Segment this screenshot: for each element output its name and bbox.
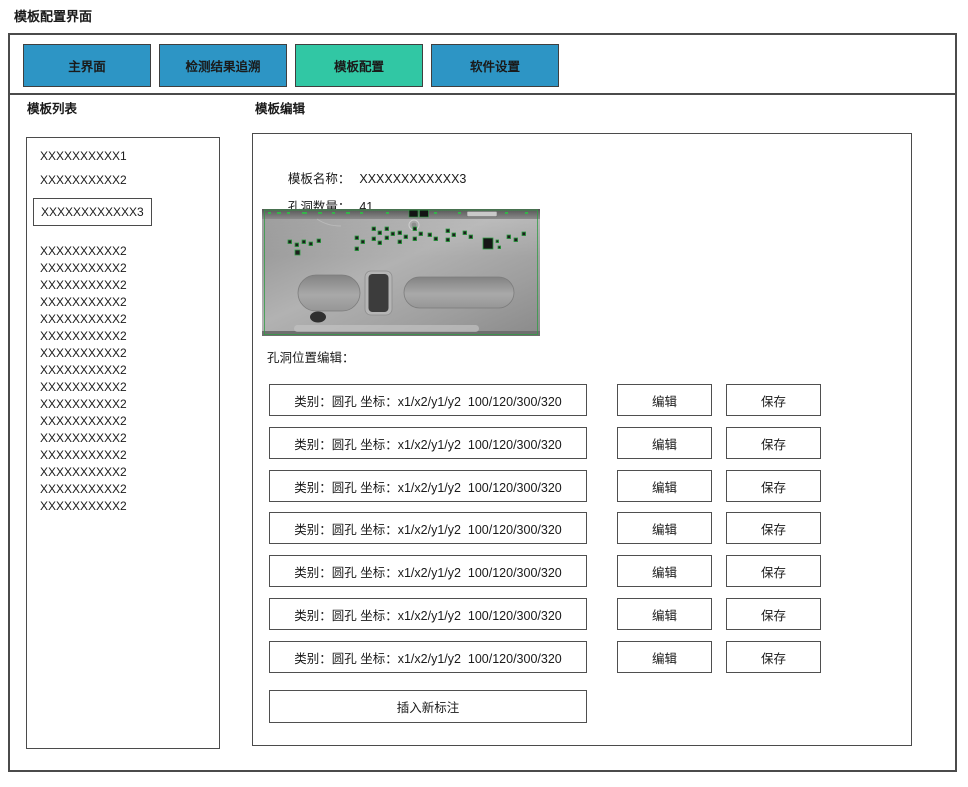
hole-row: 类别：圆孔 坐标：x1/x2/y1/y2 100/120/300/320 编辑 … (253, 427, 913, 459)
hole-row: 类别：圆孔 坐标：x1/x2/y1/y2 100/120/300/320 编辑 … (253, 641, 913, 673)
hole-row: 类别：圆孔 坐标：x1/x2/y1/y2 100/120/300/320 编辑 … (253, 512, 913, 544)
tab-main[interactable]: 主界面 (23, 44, 151, 87)
edit-button[interactable]: 编辑 (617, 384, 712, 416)
edit-button[interactable]: 编辑 (617, 641, 712, 673)
list-item[interactable]: XXXXXXXXXX2 (40, 430, 127, 447)
tab-template-config[interactable]: 模板配置 (295, 44, 423, 87)
save-button[interactable]: 保存 (726, 641, 821, 673)
list-item[interactable]: XXXXXXXXXX2 (40, 243, 127, 260)
edit-button[interactable]: 编辑 (617, 427, 712, 459)
template-list-label: 模板列表 (27, 101, 77, 117)
list-item-group: XXXXXXXXXX2 XXXXXXXXXX2 XXXXXXXXXX2 XXXX… (40, 243, 127, 515)
list-item[interactable]: XXXXXXXXXX2 (40, 396, 127, 413)
hole-row-field[interactable]: 类别：圆孔 坐标：x1/x2/y1/y2 100/120/300/320 (269, 384, 587, 416)
main-window: 主界面 检测结果追溯 模板配置 软件设置 模板列表 XXXXXXXXXX1 XX… (8, 33, 957, 772)
edit-button[interactable]: 编辑 (617, 555, 712, 587)
list-item[interactable]: XXXXXXXXXX1 (40, 148, 127, 165)
hole-row: 类别：圆孔 坐标：x1/x2/y1/y2 100/120/300/320 编辑 … (253, 555, 913, 587)
position-edit-label: 孔洞位置编辑： (267, 350, 355, 366)
template-image (262, 209, 540, 336)
page-title: 模板配置界面 (14, 6, 92, 25)
template-edit-panel: 模板名称：XXXXXXXXXXXX3 孔洞数量：41 (252, 133, 912, 746)
hole-row-field[interactable]: 类别：圆孔 坐标：x1/x2/y1/y2 100/120/300/320 (269, 555, 587, 587)
hole-row-field[interactable]: 类别：圆孔 坐标：x1/x2/y1/y2 100/120/300/320 (269, 641, 587, 673)
hole-row: 类别：圆孔 坐标：x1/x2/y1/y2 100/120/300/320 编辑 … (253, 470, 913, 502)
list-item[interactable]: XXXXXXXXXX2 (40, 311, 127, 328)
list-item[interactable]: XXXXXXXXXX2 (40, 362, 127, 379)
edit-button[interactable]: 编辑 (617, 470, 712, 502)
save-button[interactable]: 保存 (726, 470, 821, 502)
template-name-value: XXXXXXXXXXXX3 (359, 172, 466, 186)
list-item[interactable]: XXXXXXXXXX2 (40, 498, 127, 515)
list-item[interactable]: XXXXXXXXXX2 (40, 260, 127, 277)
edit-button[interactable]: 编辑 (617, 512, 712, 544)
list-item[interactable]: XXXXXXXXXX2 (40, 294, 127, 311)
panel-photo (262, 209, 540, 336)
list-item[interactable]: XXXXXXXXXX2 (40, 481, 127, 498)
hole-row-field[interactable]: 类别：圆孔 坐标：x1/x2/y1/y2 100/120/300/320 (269, 427, 587, 459)
save-button[interactable]: 保存 (726, 555, 821, 587)
list-item[interactable]: XXXXXXXXXX2 (40, 447, 127, 464)
list-item[interactable]: XXXXXXXXXX2 (40, 464, 127, 481)
hole-row: 类别：圆孔 坐标：x1/x2/y1/y2 100/120/300/320 编辑 … (253, 598, 913, 630)
list-item[interactable]: XXXXXXXXXX2 (40, 328, 127, 345)
tab-result-trace[interactable]: 检测结果追溯 (159, 44, 287, 87)
list-item[interactable]: XXXXXXXXXX2 (40, 345, 127, 362)
tab-software-settings[interactable]: 软件设置 (431, 44, 559, 87)
save-button[interactable]: 保存 (726, 384, 821, 416)
hole-row: 类别：圆孔 坐标：x1/x2/y1/y2 100/120/300/320 编辑 … (253, 384, 913, 416)
list-item-selected[interactable]: XXXXXXXXXXXX3 (33, 198, 152, 226)
tab-divider (10, 93, 955, 95)
list-item[interactable]: XXXXXXXXXX2 (40, 277, 127, 294)
save-button[interactable]: 保存 (726, 512, 821, 544)
template-edit-label: 模板编辑 (255, 101, 305, 117)
save-button[interactable]: 保存 (726, 598, 821, 630)
hole-row-field[interactable]: 类别：圆孔 坐标：x1/x2/y1/y2 100/120/300/320 (269, 470, 587, 502)
hole-row-field[interactable]: 类别：圆孔 坐标：x1/x2/y1/y2 100/120/300/320 (269, 512, 587, 544)
list-item[interactable]: XXXXXXXXXX2 (40, 379, 127, 396)
list-item[interactable]: XXXXXXXXXX2 (40, 172, 127, 189)
save-button[interactable]: 保存 (726, 427, 821, 459)
insert-annotation-button[interactable]: 插入新标注 (269, 690, 587, 723)
list-item[interactable]: XXXXXXXXXX2 (40, 413, 127, 430)
template-list: XXXXXXXXXX1 XXXXXXXXXX2 XXXXXXXXXXXX3 XX… (26, 137, 220, 749)
hole-row-field[interactable]: 类别：圆孔 坐标：x1/x2/y1/y2 100/120/300/320 (269, 598, 587, 630)
edit-button[interactable]: 编辑 (617, 598, 712, 630)
